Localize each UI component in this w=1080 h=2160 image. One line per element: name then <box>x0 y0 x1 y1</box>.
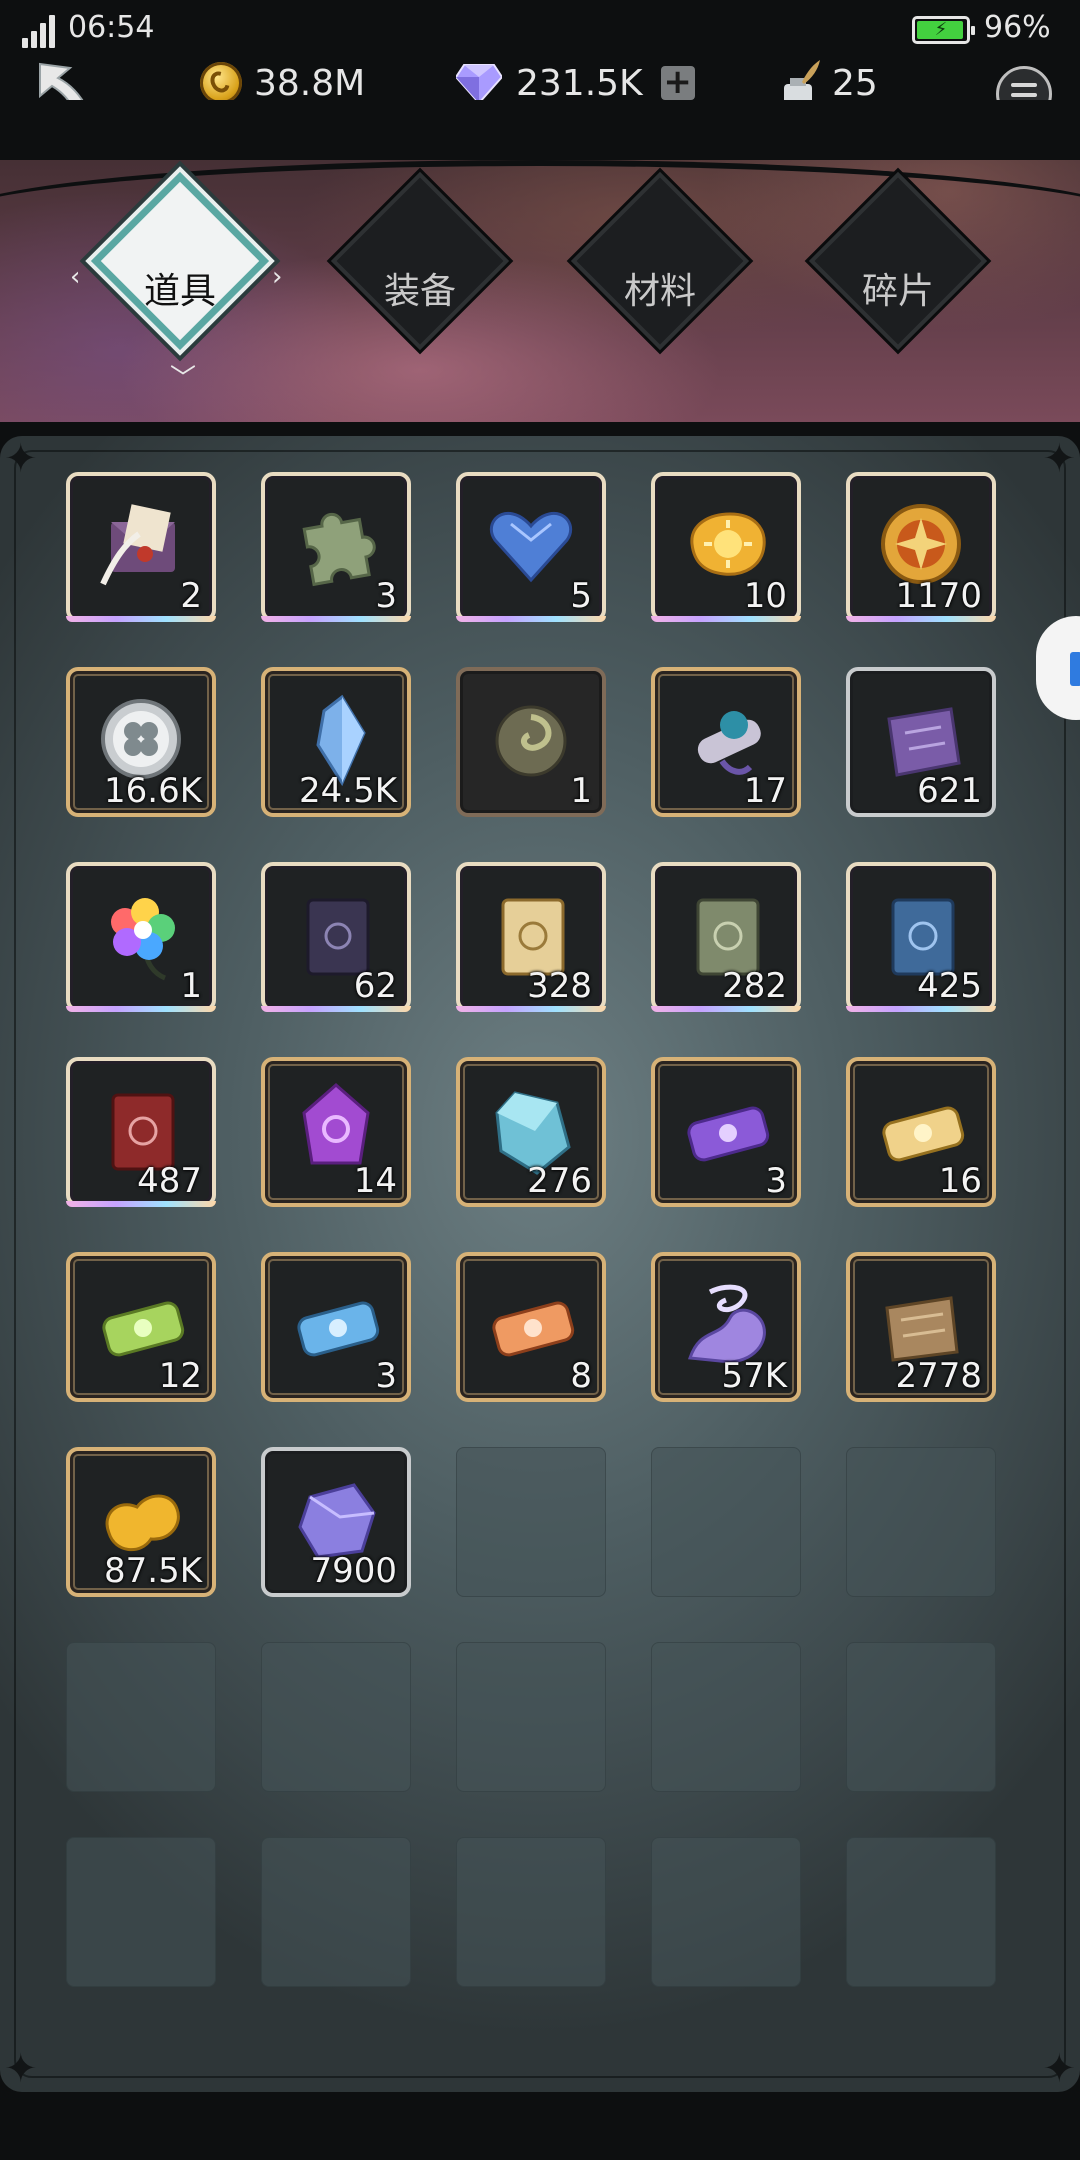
empty-inventory-slot <box>261 1837 411 1987</box>
inventory-slot[interactable]: 487 <box>66 1057 216 1207</box>
item-quantity: 487 <box>137 1161 202 1201</box>
tab-fragments-label: 碎片 <box>861 271 934 312</box>
item-quantity: 57K <box>721 1356 787 1396</box>
item-quantity: 621 <box>917 771 982 811</box>
tab-materials-label: 材料 <box>623 271 696 312</box>
status-bar: 06:54 ⚡ 96% <box>0 0 1080 60</box>
gold-coin-icon <box>200 62 242 104</box>
inventory-slot[interactable]: 3 <box>261 1252 411 1402</box>
inventory-slot[interactable]: 2778 <box>846 1252 996 1402</box>
item-quantity: 3 <box>375 1356 397 1396</box>
inventory-slot[interactable]: 1170 <box>846 472 996 622</box>
item-quantity: 2778 <box>895 1356 982 1396</box>
inventory-slot[interactable]: 3 <box>261 472 411 622</box>
corner-ornament-icon: ✦ <box>4 2046 38 2092</box>
empty-inventory-slot <box>66 1837 216 1987</box>
empty-inventory-slot <box>456 1642 606 1792</box>
inventory-slot[interactable]: 328 <box>456 862 606 1012</box>
inventory-slot[interactable]: 24.5K <box>261 667 411 817</box>
item-quantity: 62 <box>353 966 397 1006</box>
item-quantity: 16.6K <box>104 771 202 811</box>
empty-inventory-slot <box>651 1837 801 1987</box>
inventory-slot[interactable]: 16 <box>846 1057 996 1207</box>
signal-icon <box>22 14 60 48</box>
item-quantity: 17 <box>743 771 787 811</box>
item-quantity: 1 <box>570 771 592 811</box>
item-quantity: 12 <box>158 1356 202 1396</box>
clock: 06:54 <box>68 10 155 45</box>
inventory-slot[interactable]: 57K <box>651 1252 801 1402</box>
item-quantity: 5 <box>570 576 592 616</box>
item-quantity: 1170 <box>895 576 982 616</box>
inventory-slot[interactable]: 282 <box>651 862 801 1012</box>
item-quantity: 16 <box>938 1161 982 1201</box>
inventory-slot[interactable]: 621 <box>846 667 996 817</box>
empty-inventory-slot <box>846 1447 996 1597</box>
inventory-slot[interactable]: 3 <box>651 1057 801 1207</box>
inventory-slot[interactable]: 8 <box>456 1252 606 1402</box>
add-diamonds-button[interactable]: + <box>660 65 695 100</box>
inventory-slot[interactable]: 16.6K <box>66 667 216 817</box>
inventory-slot[interactable]: 5 <box>456 472 606 622</box>
item-quantity: 1 <box>180 966 202 1006</box>
battery-percent: 96% <box>984 10 1051 45</box>
empty-inventory-slot <box>651 1642 801 1792</box>
inventory-slot[interactable]: 87.5K <box>66 1447 216 1597</box>
empty-inventory-slot <box>456 1447 606 1597</box>
inventory-slot[interactable]: 14 <box>261 1057 411 1207</box>
gold-amount: 38.8M <box>254 62 366 104</box>
corner-ornament-icon: ✦ <box>1042 436 1076 482</box>
item-quantity: 14 <box>353 1161 397 1201</box>
diamond-amount: 231.5K <box>516 62 643 104</box>
charging-bolt-icon: ⚡ <box>934 19 948 40</box>
empty-inventory-slot <box>261 1642 411 1792</box>
empty-inventory-slot <box>846 1642 996 1792</box>
item-quantity: 328 <box>527 966 592 1006</box>
item-quantity: 10 <box>743 576 787 616</box>
corner-ornament-icon: ✦ <box>1042 2046 1076 2092</box>
inventory-slot[interactable]: 425 <box>846 862 996 1012</box>
inventory-slot[interactable]: 10 <box>651 472 801 622</box>
item-quantity: 425 <box>917 966 982 1006</box>
inventory-panel: ✦ ✦ ✦ ✦ 2 3 5 10 1170 16.6K 24.5K 1 17 621 1 62 328 2… <box>0 436 1080 2092</box>
item-quantity: 3 <box>375 576 397 616</box>
item-quantity: 8 <box>570 1356 592 1396</box>
inventory-slot[interactable]: 12 <box>66 1252 216 1402</box>
item-quantity: 282 <box>722 966 787 1006</box>
tab-equipment-label: 装备 <box>383 271 456 312</box>
empty-inventory-slot <box>846 1837 996 1987</box>
inventory-slot[interactable]: 276 <box>456 1057 606 1207</box>
diamond-icon <box>456 64 502 103</box>
item-quantity: 276 <box>527 1161 592 1201</box>
inventory-slot[interactable]: 7900 <box>261 1447 411 1597</box>
inventory-slot[interactable]: 17 <box>651 667 801 817</box>
inventory-slot[interactable]: 1 <box>456 667 606 817</box>
left-chevron-icon: ‹ <box>70 262 81 292</box>
inventory-slot[interactable]: 1 <box>66 862 216 1012</box>
item-quantity: 87.5K <box>104 1551 202 1591</box>
corner-ornament-icon: ✦ <box>4 436 38 482</box>
right-chevron-icon: › <box>272 262 283 292</box>
empty-inventory-slot <box>456 1837 606 1987</box>
tab-items-label: 道具 <box>143 271 216 312</box>
item-quantity: 2 <box>180 576 202 616</box>
item-quantity: 3 <box>765 1161 787 1201</box>
inventory-slot[interactable]: 62 <box>261 862 411 1012</box>
empty-inventory-slot <box>66 1642 216 1792</box>
down-chevron-icon: ﹀ <box>170 364 197 394</box>
item-quantity: 24.5K <box>299 771 397 811</box>
item-quantity: 7900 <box>310 1551 397 1591</box>
battery-icon: ⚡ <box>912 16 975 44</box>
inventory-slot[interactable]: 2 <box>66 472 216 622</box>
ink-amount: 25 <box>832 62 878 104</box>
empty-inventory-slot <box>651 1447 801 1597</box>
